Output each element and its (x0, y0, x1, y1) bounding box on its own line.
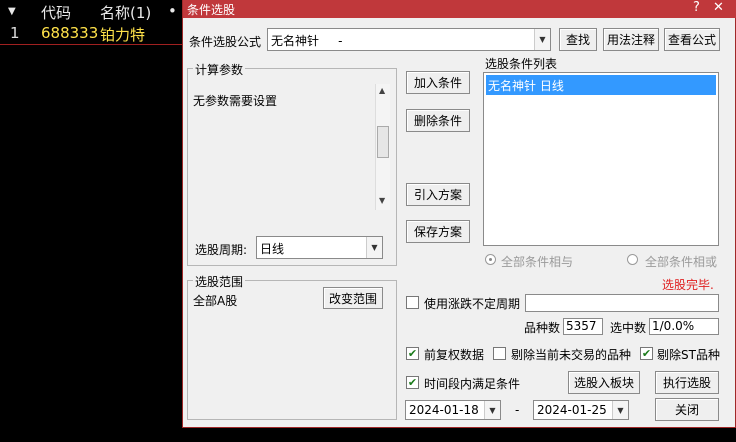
formula-label: 条件选股公式 (189, 35, 262, 49)
adj-data-checkbox[interactable]: ✔ (406, 347, 419, 360)
period-satisfy-label: 时间段内满足条件 (424, 377, 521, 391)
date-from-value: 2024-01-18 (409, 403, 479, 417)
condition-list[interactable]: 无名神针 日线 (483, 72, 719, 246)
radio-or[interactable] (627, 254, 638, 265)
add-condition-button[interactable]: 加入条件 (406, 71, 470, 94)
column-header-name[interactable]: 名称(1) (100, 2, 151, 23)
variable-period-label: 使用涨跌不定周期 (424, 297, 521, 311)
range-group-title: 选股范围 (193, 273, 246, 290)
status-text: 选股完毕. (662, 278, 714, 292)
period-label: 选股周期: (195, 243, 248, 257)
formula-value: 无名神针 - (271, 34, 343, 48)
save-scheme-button[interactable]: 保存方案 (406, 220, 470, 243)
row-code[interactable]: 688333 (41, 24, 98, 42)
date-to-picker[interactable]: 2024-01-25 ▼ (533, 400, 629, 420)
scroll-down-icon[interactable]: ▼ (379, 196, 385, 205)
close-button[interactable]: 关闭 (655, 398, 719, 421)
title-bar[interactable]: 条件选股 ? ✕ (183, 0, 736, 18)
date-separator: - (515, 403, 520, 417)
exclude-non-trading-label: 剔除当前未交易的品种 (511, 348, 632, 362)
change-range-button[interactable]: 改变范围 (323, 287, 383, 309)
variety-count-value: 5357 (563, 318, 603, 335)
condition-stock-selection-dialog: 条件选股 ? ✕ 条件选股公式 无名神针 - ▼ 查找 用法注释 查看公式 计算… (182, 0, 736, 428)
add-to-block-button[interactable]: 选股入板块 (568, 371, 640, 394)
column-header-dot: • (168, 2, 177, 20)
selected-count-label: 选中数 (610, 321, 647, 335)
period-select[interactable]: 日线 ▼ (256, 236, 383, 259)
close-icon[interactable]: ✕ (713, 0, 724, 15)
radio-and-label: 全部条件相与 (501, 255, 574, 269)
params-text: 无参数需要设置 (193, 94, 278, 108)
date-to-value: 2024-01-25 (537, 403, 607, 417)
row-name[interactable]: 铂力特 (100, 24, 145, 45)
exclude-non-trading-checkbox[interactable] (493, 347, 506, 360)
period-satisfy-checkbox[interactable]: ✔ (406, 376, 419, 389)
chevron-down-icon[interactable]: ▼ (534, 29, 550, 50)
find-button[interactable]: 查找 (559, 28, 597, 51)
usage-notes-button[interactable]: 用法注释 (603, 28, 659, 51)
import-scheme-button[interactable]: 引入方案 (406, 183, 470, 206)
exclude-st-checkbox[interactable]: ✔ (640, 347, 653, 360)
radio-and[interactable] (485, 254, 496, 265)
condition-list-title: 选股条件列表 (485, 57, 558, 71)
list-item[interactable]: 无名神针 日线 (486, 75, 716, 95)
execute-selection-button[interactable]: 执行选股 (655, 371, 719, 394)
params-scrollbar[interactable]: ▲ ▼ (375, 84, 390, 210)
row-index: 1 (10, 24, 20, 42)
radio-or-label: 全部条件相或 (645, 255, 718, 269)
column-header-code[interactable]: 代码 (41, 2, 71, 23)
scroll-up-icon[interactable]: ▲ (379, 86, 385, 95)
date-from-picker[interactable]: 2024-01-18 ▼ (405, 400, 501, 420)
chevron-down-icon[interactable]: ▼ (366, 237, 382, 258)
range-value: 全部A股 (193, 294, 238, 308)
delete-condition-button[interactable]: 删除条件 (406, 109, 470, 132)
params-group-title: 计算参数 (193, 61, 246, 78)
chevron-down-icon[interactable]: ▼ (612, 401, 628, 419)
help-icon[interactable]: ? (693, 0, 700, 15)
variable-period-checkbox[interactable] (406, 296, 419, 309)
selected-count-value: 1/0.0% (649, 318, 719, 335)
view-formula-button[interactable]: 查看公式 (664, 28, 720, 51)
adj-data-label: 前复权数据 (424, 348, 485, 362)
period-value: 日线 (260, 242, 285, 256)
chevron-down-icon[interactable]: ▼ (484, 401, 500, 419)
variety-count-label: 品种数 (524, 321, 561, 335)
exclude-st-label: 剔除ST品种 (657, 348, 720, 362)
dialog-title: 条件选股 (187, 3, 236, 17)
sort-arrow-icon[interactable]: ▼ (8, 6, 16, 17)
scroll-thumb[interactable] (377, 126, 389, 158)
variable-period-input[interactable] (525, 294, 719, 312)
formula-select[interactable]: 无名神针 - ▼ (267, 28, 551, 51)
